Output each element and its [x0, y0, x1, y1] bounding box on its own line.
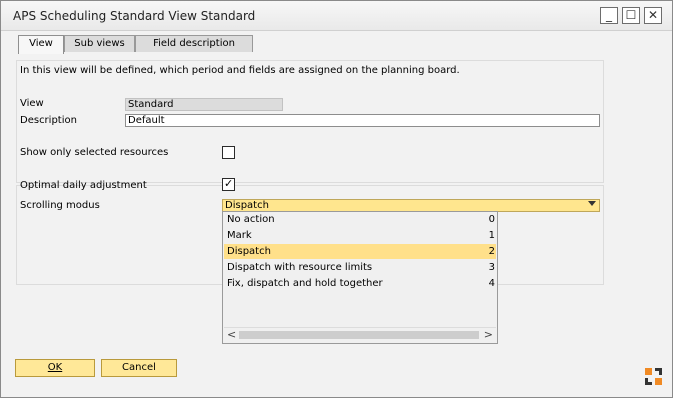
option-value: 2	[488, 246, 495, 257]
checkmark-icon: ✓	[224, 177, 234, 190]
minimize-icon: _	[606, 8, 612, 22]
minimize-button[interactable]: _	[600, 7, 618, 24]
cancel-button-label: Cancel	[122, 362, 156, 373]
option-label: No action	[227, 214, 275, 225]
close-icon: ✕	[647, 8, 659, 22]
dropdown-option-selected[interactable]: Dispatch 2	[224, 244, 496, 259]
tab-view[interactable]: View	[18, 35, 64, 54]
ok-button-label: OK	[47, 362, 63, 373]
view-label: View	[20, 98, 44, 109]
view-field: Standard	[125, 98, 283, 111]
scrolling-modus-dropdown: No action 0 Mark 1 Dispatch 2 Dispatch w…	[222, 211, 498, 344]
dropdown-option[interactable]: No action 0	[224, 212, 496, 227]
scroll-right-icon[interactable]: >	[484, 329, 493, 341]
option-value: 1	[488, 230, 495, 241]
optimal-daily-adjustment-label: Optimal daily adjustment	[20, 180, 147, 191]
option-label: Fix, dispatch and hold together	[227, 278, 383, 289]
sap-logo-icon	[645, 368, 662, 385]
window-title: APS Scheduling Standard View Standard	[13, 9, 256, 23]
close-button[interactable]: ✕	[644, 7, 662, 24]
horizontal-scrollbar[interactable]: < >	[224, 327, 496, 342]
scrollbar-thumb[interactable]	[239, 331, 479, 339]
cancel-button[interactable]: Cancel	[101, 359, 177, 377]
description-label: Description	[20, 115, 77, 126]
dropdown-option[interactable]: Fix, dispatch and hold together 4	[224, 276, 496, 291]
tab-field-description[interactable]: Field description	[135, 35, 253, 52]
description-field[interactable]: Default	[125, 114, 600, 127]
optimal-daily-adjustment-checkbox[interactable]: ✓	[222, 177, 235, 191]
option-value: 0	[488, 214, 495, 225]
chevron-down-icon[interactable]	[588, 201, 596, 206]
option-label: Dispatch	[227, 246, 271, 257]
tab-view-label: View	[29, 38, 53, 49]
dropdown-option[interactable]: Mark 1	[224, 228, 496, 243]
ok-button[interactable]: OK	[15, 359, 95, 377]
option-label: Mark	[227, 230, 252, 241]
tab-sub-views-label: Sub views	[74, 38, 125, 49]
option-label: Dispatch with resource limits	[227, 262, 373, 273]
show-selected-resources-checkbox[interactable]	[222, 146, 235, 159]
option-value: 4	[488, 278, 495, 289]
info-text: In this view will be defined, which peri…	[20, 65, 460, 76]
dropdown-option[interactable]: Dispatch with resource limits 3	[224, 260, 496, 275]
dialog-window: APS Scheduling Standard View Standard _ …	[0, 0, 673, 398]
maximize-icon: ☐	[625, 8, 637, 22]
scrolling-modus-value: Dispatch	[225, 200, 269, 211]
show-selected-resources-label: Show only selected resources	[20, 147, 169, 158]
tab-sub-views[interactable]: Sub views	[64, 35, 135, 52]
scroll-left-icon[interactable]: <	[227, 329, 236, 341]
tab-field-description-label: Field description	[153, 38, 235, 49]
title-bar[interactable]: APS Scheduling Standard View Standard _ …	[1, 1, 672, 31]
scrolling-modus-label: Scrolling modus	[20, 200, 100, 211]
option-value: 3	[488, 262, 495, 273]
maximize-button[interactable]: ☐	[622, 7, 640, 24]
